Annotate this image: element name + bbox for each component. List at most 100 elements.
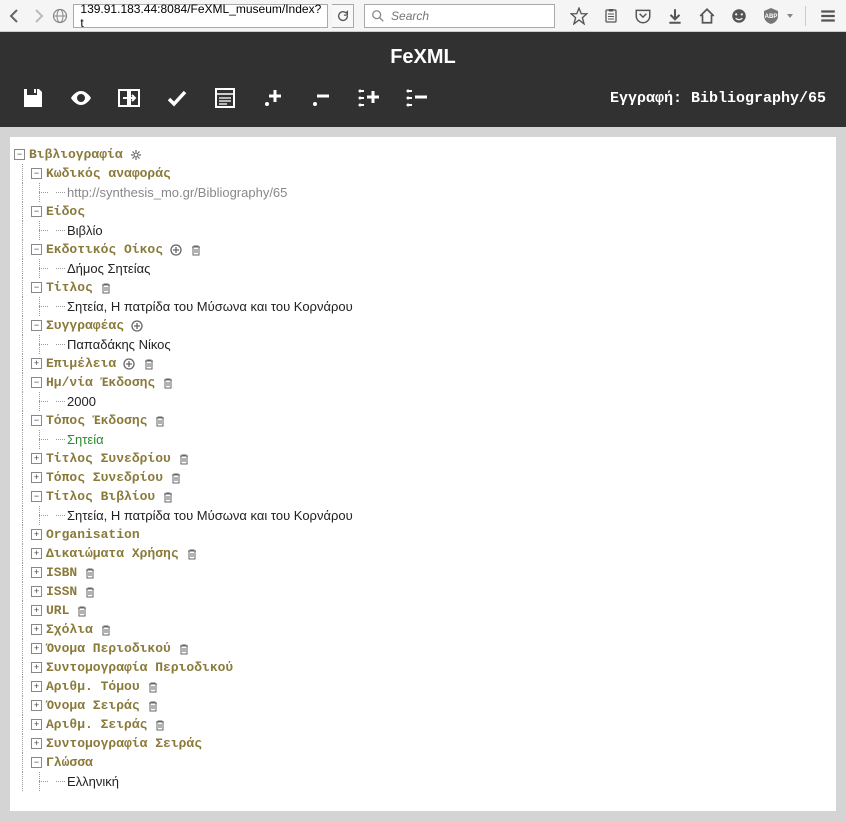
trash-icon[interactable] (99, 281, 113, 295)
expand-toggle[interactable]: + (31, 643, 42, 654)
menu-icon[interactable] (816, 4, 840, 28)
trash-icon[interactable] (146, 699, 160, 713)
expand-all-button[interactable] (356, 85, 382, 111)
trash-icon[interactable] (177, 642, 191, 656)
field-label[interactable]: Γλώσσα (46, 755, 93, 770)
abp-dropdown-icon[interactable] (785, 4, 795, 28)
expand-toggle[interactable]: + (31, 586, 42, 597)
collapse-all-button[interactable] (404, 85, 430, 111)
download-icon[interactable] (663, 4, 687, 28)
collapse-toggle[interactable]: − (31, 757, 42, 768)
expand-toggle[interactable]: + (31, 453, 42, 464)
expand-toggle[interactable]: + (31, 681, 42, 692)
field-label[interactable]: Δικαιώματα Χρήσης (46, 546, 179, 561)
trash-icon[interactable] (161, 376, 175, 390)
expand-toggle[interactable]: + (31, 358, 42, 369)
field-label[interactable]: Τίτλος Βιβλίου (46, 489, 155, 504)
field-label[interactable]: ISBN (46, 565, 77, 580)
trash-icon[interactable] (153, 718, 167, 732)
gear-icon[interactable] (129, 148, 143, 162)
field-label[interactable]: Όνομα Σειράς (46, 698, 140, 713)
field-label[interactable]: Αριθμ. Σειράς (46, 717, 147, 732)
forward-button[interactable] (28, 4, 46, 28)
star-icon[interactable] (567, 4, 591, 28)
add-node-button[interactable] (260, 85, 286, 111)
field-label[interactable]: Είδος (46, 204, 85, 219)
trash-icon[interactable] (142, 357, 156, 371)
navigate-button[interactable] (116, 85, 142, 111)
expand-toggle[interactable]: + (31, 529, 42, 540)
trash-icon[interactable] (169, 471, 183, 485)
collapse-toggle[interactable]: − (14, 149, 25, 160)
trash-icon[interactable] (146, 680, 160, 694)
field-label[interactable]: Συγγραφέας (46, 318, 124, 333)
field-label[interactable]: Όνομα Περιοδικού (46, 641, 171, 656)
field-value[interactable]: Δήμος Σητείας (67, 261, 150, 276)
field-label[interactable]: Τόπος Συνεδρίου (46, 470, 163, 485)
expand-toggle[interactable]: + (31, 472, 42, 483)
expand-toggle[interactable]: + (31, 738, 42, 749)
collapse-toggle[interactable]: − (31, 491, 42, 502)
home-icon[interactable] (695, 4, 719, 28)
expand-toggle[interactable]: + (31, 624, 42, 635)
trash-icon[interactable] (177, 452, 191, 466)
expand-toggle[interactable]: + (31, 700, 42, 711)
field-value[interactable]: 2000 (67, 394, 96, 409)
field-value[interactable]: Ελληνική (67, 774, 119, 789)
expand-toggle[interactable]: + (31, 567, 42, 578)
field-value[interactable]: Σητεία, Η πατρίδα του Μύσωνα και του Κορ… (67, 508, 353, 523)
trash-icon[interactable] (189, 243, 203, 257)
field-value[interactable]: http://synthesis_mo.gr/Bibliography/65 (67, 185, 287, 200)
field-value[interactable]: Βιβλίο (67, 223, 103, 238)
form-button[interactable] (212, 85, 238, 111)
expand-toggle[interactable]: + (31, 662, 42, 673)
field-label[interactable]: ISSN (46, 584, 77, 599)
field-label[interactable]: URL (46, 603, 69, 618)
search-bar[interactable] (364, 4, 555, 28)
trash-icon[interactable] (185, 547, 199, 561)
smiley-icon[interactable] (727, 4, 751, 28)
field-value[interactable]: Σητεία (67, 432, 104, 447)
collapse-toggle[interactable]: − (31, 206, 42, 217)
field-label[interactable]: Τόπος Έκδοσης (46, 413, 147, 428)
trash-icon[interactable] (83, 585, 97, 599)
field-label[interactable]: Organisation (46, 527, 140, 542)
expand-toggle[interactable]: + (31, 548, 42, 559)
expand-toggle[interactable]: + (31, 605, 42, 616)
field-label[interactable]: Συντομογραφία Περιοδικού (46, 660, 233, 675)
back-button[interactable] (6, 4, 24, 28)
field-label[interactable]: Επιμέλεια (46, 356, 116, 371)
collapse-toggle[interactable]: − (31, 244, 42, 255)
add-icon[interactable] (169, 243, 183, 257)
field-label[interactable]: Βιβλιογραφία (29, 147, 123, 162)
url-bar[interactable]: 139.91.183.44:8084/FeXML_museum/Index?t (73, 4, 328, 28)
field-label[interactable]: Εκδοτικός Οίκος (46, 242, 163, 257)
abp-icon[interactable]: ABP (759, 4, 783, 28)
save-button[interactable] (20, 85, 46, 111)
trash-icon[interactable] (99, 623, 113, 637)
trash-icon[interactable] (161, 490, 175, 504)
clipboard-icon[interactable] (599, 4, 623, 28)
expand-toggle[interactable]: + (31, 719, 42, 730)
collapse-toggle[interactable]: − (31, 282, 42, 293)
trash-icon[interactable] (75, 604, 89, 618)
field-label[interactable]: Ημ/νία Έκδοσης (46, 375, 155, 390)
collapse-toggle[interactable]: − (31, 415, 42, 426)
field-label[interactable]: Τίτλος Συνεδρίου (46, 451, 171, 466)
collapse-toggle[interactable]: − (31, 168, 42, 179)
preview-button[interactable] (68, 85, 94, 111)
validate-button[interactable] (164, 85, 190, 111)
trash-icon[interactable] (83, 566, 97, 580)
add-icon[interactable] (122, 357, 136, 371)
reload-button[interactable] (332, 4, 354, 28)
field-label[interactable]: Σχόλια (46, 622, 93, 637)
field-label[interactable]: Τίτλος (46, 280, 93, 295)
field-label[interactable]: Αριθμ. Τόμου (46, 679, 140, 694)
search-input[interactable] (391, 9, 548, 23)
field-value[interactable]: Σητεία, Η πατρίδα του Μύσωνα και του Κορ… (67, 299, 353, 314)
collapse-toggle[interactable]: − (31, 320, 42, 331)
add-icon[interactable] (130, 319, 144, 333)
field-value[interactable]: Παπαδάκης Νίκος (67, 337, 171, 352)
field-label[interactable]: Κωδικός αναφοράς (46, 166, 171, 181)
pocket-icon[interactable] (631, 4, 655, 28)
